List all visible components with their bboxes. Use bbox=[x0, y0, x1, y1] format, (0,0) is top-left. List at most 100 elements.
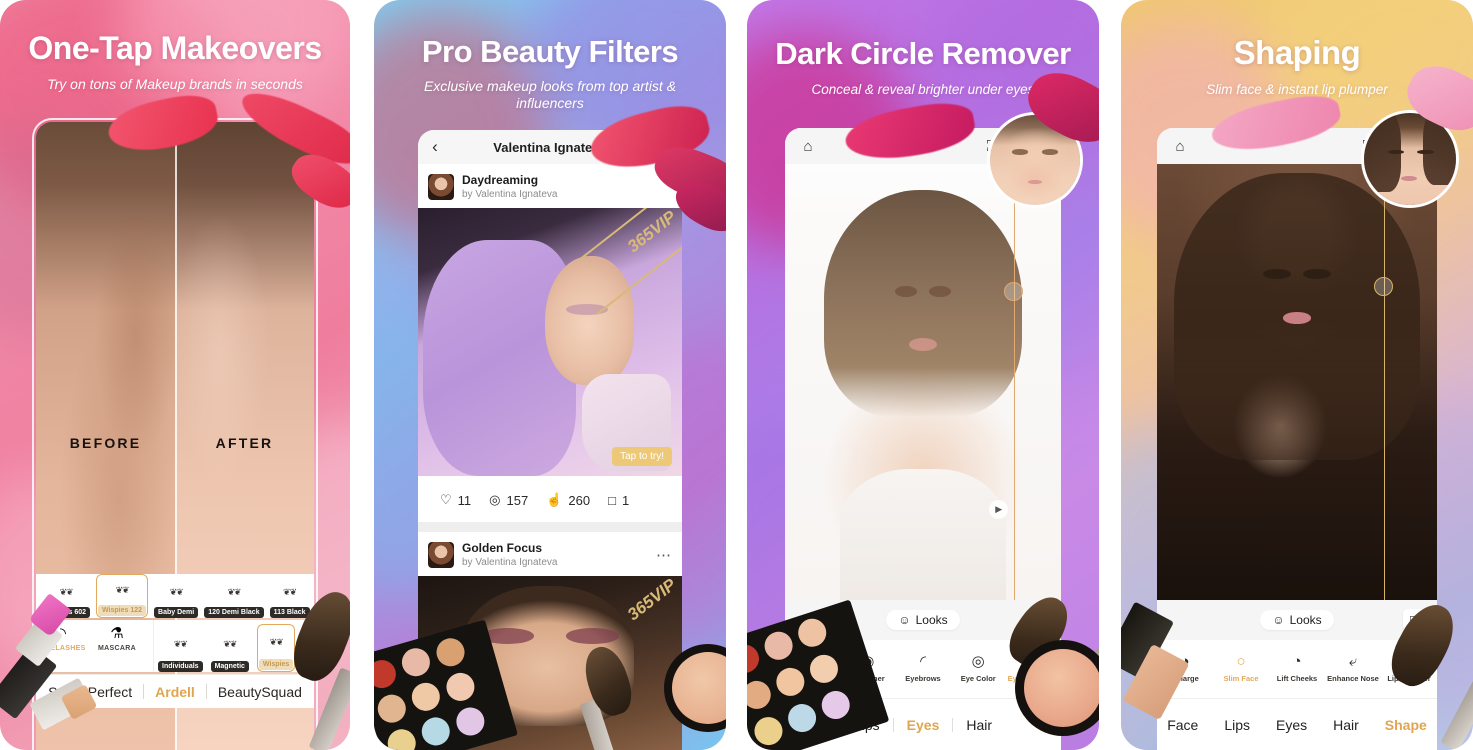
stat-value: 11 bbox=[457, 492, 472, 508]
category-tab[interactable]: Hair bbox=[953, 717, 1005, 733]
lash-style-thumbnail[interactable]: ❦❦ Individuals bbox=[158, 629, 203, 672]
lash-style-label: Individuals bbox=[158, 661, 203, 672]
category-mascara-icon[interactable]: ⚗ MASCARA bbox=[90, 620, 144, 672]
home-icon[interactable]: ⌂ bbox=[1157, 138, 1203, 155]
bookmark-icon[interactable]: ☑ bbox=[1027, 609, 1049, 631]
tool-eye-color[interactable]: ◎ Eye Color bbox=[951, 650, 1006, 684]
panel-shaping: Shaping Slim face & instant lip plumper … bbox=[1121, 0, 1473, 750]
category-tab[interactable]: Shape bbox=[1372, 717, 1437, 733]
looks-button[interactable]: ☺ Looks bbox=[886, 610, 960, 630]
lash-thumbnail[interactable]: ❦❦ 120 Demi Black bbox=[204, 579, 264, 618]
lash-label: Wispies 602 bbox=[42, 607, 91, 618]
play-icon[interactable]: ▶ bbox=[989, 499, 1009, 519]
panel-dark-circle-remover: Dark Circle Remover Conceal & reveal bri… bbox=[747, 0, 1099, 750]
more-dots-icon[interactable]: ⋯ bbox=[656, 546, 672, 564]
photo-canvas[interactable] bbox=[1157, 164, 1437, 600]
tap-to-try-button[interactable]: Tap to try! bbox=[612, 447, 672, 466]
lash-thumbnail[interactable]: ❦❦ Wispies 122 bbox=[96, 574, 149, 618]
avatar[interactable] bbox=[987, 112, 1083, 208]
lash-style-row[interactable]: ❦❦ Individuals ❦❦ Magnetic ❦❦ Wispies ❦❦ Natura… bbox=[154, 620, 314, 672]
page-subtitle: Conceal & reveal brighter under eyes bbox=[811, 82, 1035, 97]
tool-label: Eye Color bbox=[960, 674, 996, 683]
looks-button[interactable]: ☺ Looks bbox=[1260, 610, 1334, 630]
panel-one-tap-makeovers: One-Tap Makeovers Try on tons of Makeup … bbox=[0, 0, 350, 750]
stat-value: 157 bbox=[506, 492, 529, 508]
category-tab-bar[interactable]: Face Lips Eyes Hair Shape bbox=[1157, 698, 1437, 750]
tool-slim-face[interactable]: ○ Slim Face bbox=[1213, 650, 1269, 684]
stat-value: 260 bbox=[568, 492, 591, 508]
compare-slider-handle[interactable] bbox=[1004, 281, 1024, 301]
eye-icon: ◎ bbox=[489, 492, 501, 507]
tool-lip-plumper[interactable]: ◈ Lip Plumper bbox=[1381, 650, 1437, 684]
brand-tab[interactable]: Salon Perfect bbox=[37, 684, 143, 700]
lash-style-label: Natural bbox=[303, 661, 314, 672]
stat-thumbs-up[interactable]: ☝ 260 bbox=[546, 492, 590, 508]
tool-row[interactable]: ◕ Enlarge ○ Slim Face ◔ Lift Cheeks ⤶ Enhance N… bbox=[1157, 640, 1437, 698]
page-subtitle: Slim face & instant lip plumper bbox=[1206, 82, 1388, 97]
photo-canvas[interactable]: ▶ bbox=[785, 164, 1061, 600]
panel-card: Pro Beauty Filters Exclusive makeup look… bbox=[374, 0, 726, 750]
compare-slider-line[interactable] bbox=[1014, 164, 1016, 600]
avatar[interactable] bbox=[1361, 110, 1459, 208]
looks-bar: ☺ Looks ☑ bbox=[1157, 600, 1437, 640]
lash-thumbnail-row[interactable]: ❦❦ Wispies 602 ❦❦ Wispies 122 ❦❦ Baby Demi ❦❦ 1… bbox=[36, 574, 314, 618]
phone-screen: BEFORE AFTER ❦❦ Wispies 602 ❦❦ Wispies 122 ❦… bbox=[36, 122, 314, 750]
lash-style-thumbnail[interactable]: ❦❦ Magnetic bbox=[210, 629, 249, 672]
tool-label: Slim Face bbox=[1223, 674, 1259, 683]
panel-card: Dark Circle Remover Conceal & reveal bri… bbox=[747, 0, 1099, 750]
stat-comment[interactable]: □ 1 bbox=[608, 493, 629, 508]
tool-enhance-nose[interactable]: ⤶ Enhance Nose bbox=[1325, 650, 1381, 684]
slim-face-icon: ○ bbox=[1236, 652, 1246, 670]
heart-icon: ♡ bbox=[440, 492, 452, 507]
tool-enlarge-eye[interactable]: ◕ Enlarge bbox=[1157, 650, 1213, 684]
eye-color-icon: ◎ bbox=[971, 653, 985, 670]
tool-label: Eyebrows bbox=[905, 674, 941, 683]
tool-label: Lip Plumper bbox=[1387, 674, 1431, 683]
face-icon: ☺ bbox=[1272, 613, 1285, 627]
enhance-nose-icon: ⤶ bbox=[1348, 652, 1358, 670]
brand-tab[interactable]: BeautySquad bbox=[207, 684, 313, 700]
bookmark-icon[interactable]: ☑ bbox=[1403, 609, 1425, 631]
lift-cheeks-icon: ◔ bbox=[1292, 652, 1302, 670]
category-tab[interactable]: Hair bbox=[1320, 717, 1372, 733]
category-tab[interactable]: Eyes bbox=[1263, 717, 1320, 733]
eyelashes-icon: ◝ bbox=[60, 625, 66, 642]
post-image[interactable]: 365VIP Tap to try! bbox=[418, 208, 682, 476]
tool-label: Enhance Nose bbox=[1327, 674, 1379, 683]
post-header[interactable]: Golden Focus by Valentina Ignateva ⋯ bbox=[418, 538, 682, 572]
phone-screen: ⌂⛶◎ ☺ Looks ☑ ◕Enlar bbox=[1157, 128, 1437, 750]
lip-plumper-icon: ◈ bbox=[1403, 653, 1415, 670]
category-tab[interactable]: Lips bbox=[1211, 717, 1263, 733]
tool-lift-cheeks[interactable]: ◔ Lift Cheeks bbox=[1269, 650, 1325, 684]
lash-icon: ❦❦ bbox=[283, 586, 297, 597]
tool-label: Lift Cheeks bbox=[1276, 674, 1318, 683]
page-title: Dark Circle Remover bbox=[775, 36, 1071, 71]
stat-heart[interactable]: ♡ 11 bbox=[440, 492, 471, 508]
lash-icon: ❦❦ bbox=[59, 586, 73, 597]
page-subtitle: Try on tons of Makeup brands in seconds bbox=[47, 76, 303, 92]
compare-slider-line[interactable] bbox=[1383, 164, 1386, 600]
tool-label: Enlarge bbox=[1171, 674, 1199, 683]
makeup-category-column[interactable]: ◝ EYELASHES ⚗ MASCARA bbox=[36, 620, 154, 672]
lash-thumbnail[interactable]: ❦❦ Wispies 602 bbox=[42, 579, 91, 618]
tool-eyebrow[interactable]: ◜ Eyebrows bbox=[895, 650, 950, 684]
brand-tab[interactable]: Ardell bbox=[144, 684, 206, 700]
after-label: AFTER bbox=[215, 435, 274, 451]
nav-title: Valentina Ignateva bbox=[493, 139, 607, 155]
avatar[interactable] bbox=[428, 174, 454, 200]
lash-thumbnail[interactable]: ❦❦ Baby Demi bbox=[154, 579, 199, 618]
category-label: EYELASHES bbox=[40, 645, 86, 652]
lash-style-thumbnail[interactable]: ❦❦ Wispies bbox=[256, 624, 296, 672]
stat-eye[interactable]: ◎ 157 bbox=[489, 492, 528, 508]
lash-style-label: Magnetic bbox=[210, 661, 249, 672]
post-header[interactable]: Daydreaming by Valentina Ignateva bbox=[418, 170, 682, 204]
category-tab[interactable]: Eyes bbox=[894, 717, 953, 733]
lash-label: 120 Demi Black bbox=[204, 607, 264, 618]
home-icon[interactable]: ⌂ bbox=[785, 138, 831, 155]
category-tab[interactable]: Face bbox=[1157, 717, 1211, 733]
brand-tab-bar[interactable]: Salon Perfect Ardell BeautySquad bbox=[36, 674, 314, 708]
lash-thumbnail[interactable]: ❦❦ 113 Black bbox=[269, 579, 310, 618]
category-eyelashes-icon[interactable]: ◝ EYELASHES bbox=[36, 620, 90, 672]
lash-style-thumbnail[interactable]: ❦❦ Natural bbox=[303, 629, 314, 672]
avatar[interactable] bbox=[428, 542, 454, 568]
